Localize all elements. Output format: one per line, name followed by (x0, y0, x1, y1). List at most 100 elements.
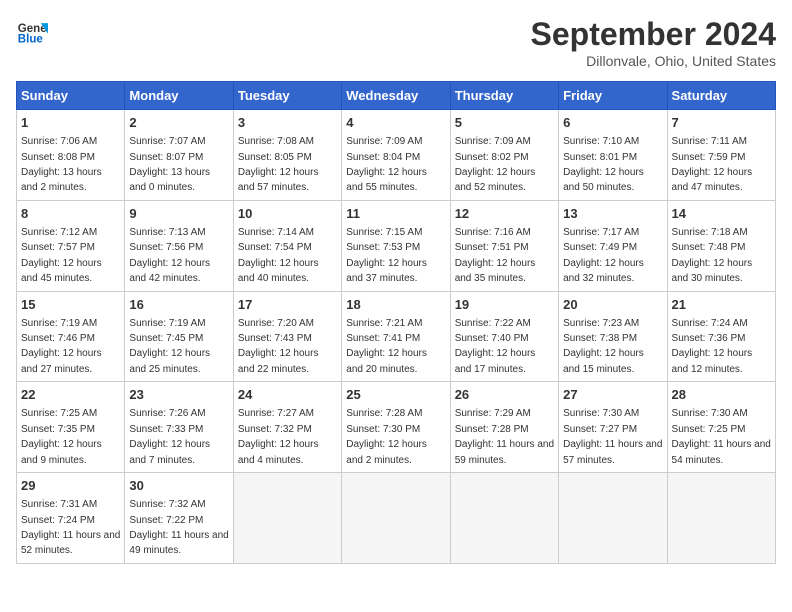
day-info: Sunrise: 7:24 AMSunset: 7:36 PMDaylight:… (672, 318, 753, 375)
calendar-cell: 21 Sunrise: 7:24 AMSunset: 7:36 PMDayligh… (667, 291, 775, 382)
day-number: 1 (21, 114, 120, 132)
day-number: 2 (129, 114, 228, 132)
calendar-cell: 14Sunrise: 7:18 AMSunset: 7:48 PMDayligh… (667, 200, 775, 291)
day-info: Sunrise: 7:08 AMSunset: 8:05 PMDaylight:… (238, 136, 319, 193)
header-row: SundayMondayTuesdayWednesdayThursdayFrid… (17, 82, 776, 110)
day-info: Sunrise: 7:15 AMSunset: 7:53 PMDaylight:… (346, 227, 427, 284)
day-number: 15 (21, 296, 120, 314)
calendar-cell (233, 473, 341, 564)
location: Dillonvale, Ohio, United States (531, 53, 776, 69)
calendar-cell: 20 Sunrise: 7:23 AMSunset: 7:38 PMDayligh… (559, 291, 667, 382)
calendar-cell: 15 Sunrise: 7:19 AMSunset: 7:46 PMDayligh… (17, 291, 125, 382)
day-number: 21 (672, 296, 771, 314)
logo: General Blue (16, 16, 48, 48)
calendar-cell: 9Sunrise: 7:13 AMSunset: 7:56 PMDaylight… (125, 200, 233, 291)
day-number: 27 (563, 386, 662, 404)
calendar-cell: 6 Sunrise: 7:10 AMSunset: 8:01 PMDaylight… (559, 110, 667, 201)
title-area: September 2024 Dillonvale, Ohio, United … (531, 16, 776, 69)
day-number: 22 (21, 386, 120, 404)
day-info: Sunrise: 7:27 AMSunset: 7:32 PMDaylight:… (238, 408, 319, 465)
calendar-cell (450, 473, 558, 564)
day-info: Sunrise: 7:25 AMSunset: 7:35 PMDaylight:… (21, 408, 102, 465)
day-number: 4 (346, 114, 445, 132)
calendar-cell: 12 Sunrise: 7:16 AMSunset: 7:51 PMDayligh… (450, 200, 558, 291)
day-number: 23 (129, 386, 228, 404)
day-info: Sunrise: 7:13 AMSunset: 7:56 PMDaylight:… (129, 227, 210, 284)
header-cell-sunday: Sunday (17, 82, 125, 110)
calendar-cell: 30 Sunrise: 7:32 AMSunset: 7:22 PMDayligh… (125, 473, 233, 564)
calendar-cell: 27Sunrise: 7:30 AMSunset: 7:27 PMDayligh… (559, 382, 667, 473)
header-cell-monday: Monday (125, 82, 233, 110)
calendar-week-3: 15 Sunrise: 7:19 AMSunset: 7:46 PMDayligh… (17, 291, 776, 382)
day-number: 6 (563, 114, 662, 132)
calendar-cell: 26Sunrise: 7:29 AMSunset: 7:28 PMDayligh… (450, 382, 558, 473)
calendar-cell: 13Sunrise: 7:17 AMSunset: 7:49 PMDayligh… (559, 200, 667, 291)
header-cell-wednesday: Wednesday (342, 82, 450, 110)
calendar-cell: 10 Sunrise: 7:14 AMSunset: 7:54 PMDayligh… (233, 200, 341, 291)
calendar-cell: 8 Sunrise: 7:12 AMSunset: 7:57 PMDaylight… (17, 200, 125, 291)
calendar-cell: 1 Sunrise: 7:06 AMSunset: 8:08 PMDaylight… (17, 110, 125, 201)
day-info: Sunrise: 7:31 AMSunset: 7:24 PMDaylight:… (21, 499, 120, 556)
calendar-cell: 4Sunrise: 7:09 AMSunset: 8:04 PMDaylight… (342, 110, 450, 201)
header-cell-thursday: Thursday (450, 82, 558, 110)
day-info: Sunrise: 7:10 AMSunset: 8:01 PMDaylight:… (563, 136, 644, 193)
day-number: 5 (455, 114, 554, 132)
calendar-week-4: 22 Sunrise: 7:25 AMSunset: 7:35 PMDayligh… (17, 382, 776, 473)
day-info: Sunrise: 7:06 AMSunset: 8:08 PMDaylight:… (21, 136, 102, 193)
day-info: Sunrise: 7:20 AMSunset: 7:43 PMDaylight:… (238, 318, 319, 375)
calendar-cell: 2 Sunrise: 7:07 AMSunset: 8:07 PMDaylight… (125, 110, 233, 201)
calendar-cell: 18 Sunrise: 7:21 AMSunset: 7:41 PMDayligh… (342, 291, 450, 382)
calendar-cell (667, 473, 775, 564)
calendar-cell: 22 Sunrise: 7:25 AMSunset: 7:35 PMDayligh… (17, 382, 125, 473)
calendar-cell: 19 Sunrise: 7:22 AMSunset: 7:40 PMDayligh… (450, 291, 558, 382)
day-info: Sunrise: 7:11 AMSunset: 7:59 PMDaylight:… (672, 136, 753, 193)
calendar-cell: 16Sunrise: 7:19 AMSunset: 7:45 PMDayligh… (125, 291, 233, 382)
calendar-cell (342, 473, 450, 564)
day-info: Sunrise: 7:30 AMSunset: 7:25 PMDaylight:… (672, 408, 771, 465)
day-info: Sunrise: 7:32 AMSunset: 7:22 PMDaylight:… (129, 499, 228, 556)
day-number: 28 (672, 386, 771, 404)
calendar-cell: 23 Sunrise: 7:26 AMSunset: 7:33 PMDayligh… (125, 382, 233, 473)
calendar-cell (559, 473, 667, 564)
svg-text:Blue: Blue (18, 34, 44, 46)
day-number: 24 (238, 386, 337, 404)
day-number: 18 (346, 296, 445, 314)
calendar-cell: 7 Sunrise: 7:11 AMSunset: 7:59 PMDaylight… (667, 110, 775, 201)
day-info: Sunrise: 7:19 AMSunset: 7:46 PMDaylight:… (21, 318, 102, 375)
day-number: 11 (346, 205, 445, 223)
calendar-cell: 25Sunrise: 7:28 AMSunset: 7:30 PMDayligh… (342, 382, 450, 473)
day-info: Sunrise: 7:26 AMSunset: 7:33 PMDaylight:… (129, 408, 210, 465)
calendar-table: SundayMondayTuesdayWednesdayThursdayFrid… (16, 81, 776, 564)
day-number: 8 (21, 205, 120, 223)
day-number: 30 (129, 477, 228, 495)
day-number: 10 (238, 205, 337, 223)
day-number: 25 (346, 386, 445, 404)
day-info: Sunrise: 7:12 AMSunset: 7:57 PMDaylight:… (21, 227, 102, 284)
calendar-cell: 17Sunrise: 7:20 AMSunset: 7:43 PMDayligh… (233, 291, 341, 382)
day-number: 26 (455, 386, 554, 404)
day-number: 20 (563, 296, 662, 314)
day-info: Sunrise: 7:22 AMSunset: 7:40 PMDaylight:… (455, 318, 536, 375)
calendar-cell: 5 Sunrise: 7:09 AMSunset: 8:02 PMDaylight… (450, 110, 558, 201)
header-cell-tuesday: Tuesday (233, 82, 341, 110)
calendar-cell: 29Sunrise: 7:31 AMSunset: 7:24 PMDayligh… (17, 473, 125, 564)
calendar-cell: 24 Sunrise: 7:27 AMSunset: 7:32 PMDayligh… (233, 382, 341, 473)
header-cell-saturday: Saturday (667, 82, 775, 110)
calendar-cell: 28 Sunrise: 7:30 AMSunset: 7:25 PMDayligh… (667, 382, 775, 473)
page-header: General Blue September 2024 Dillonvale, … (16, 16, 776, 69)
day-info: Sunrise: 7:09 AMSunset: 8:02 PMDaylight:… (455, 136, 536, 193)
day-info: Sunrise: 7:21 AMSunset: 7:41 PMDaylight:… (346, 318, 427, 375)
day-number: 19 (455, 296, 554, 314)
day-number: 3 (238, 114, 337, 132)
day-info: Sunrise: 7:16 AMSunset: 7:51 PMDaylight:… (455, 227, 536, 284)
day-number: 12 (455, 205, 554, 223)
calendar-week-1: 1 Sunrise: 7:06 AMSunset: 8:08 PMDaylight… (17, 110, 776, 201)
day-info: Sunrise: 7:14 AMSunset: 7:54 PMDaylight:… (238, 227, 319, 284)
day-info: Sunrise: 7:17 AMSunset: 7:49 PMDaylight:… (563, 227, 644, 284)
day-number: 7 (672, 114, 771, 132)
header-cell-friday: Friday (559, 82, 667, 110)
calendar-week-2: 8 Sunrise: 7:12 AMSunset: 7:57 PMDaylight… (17, 200, 776, 291)
day-info: Sunrise: 7:07 AMSunset: 8:07 PMDaylight:… (129, 136, 210, 193)
calendar-cell: 11 Sunrise: 7:15 AMSunset: 7:53 PMDayligh… (342, 200, 450, 291)
day-info: Sunrise: 7:23 AMSunset: 7:38 PMDaylight:… (563, 318, 644, 375)
